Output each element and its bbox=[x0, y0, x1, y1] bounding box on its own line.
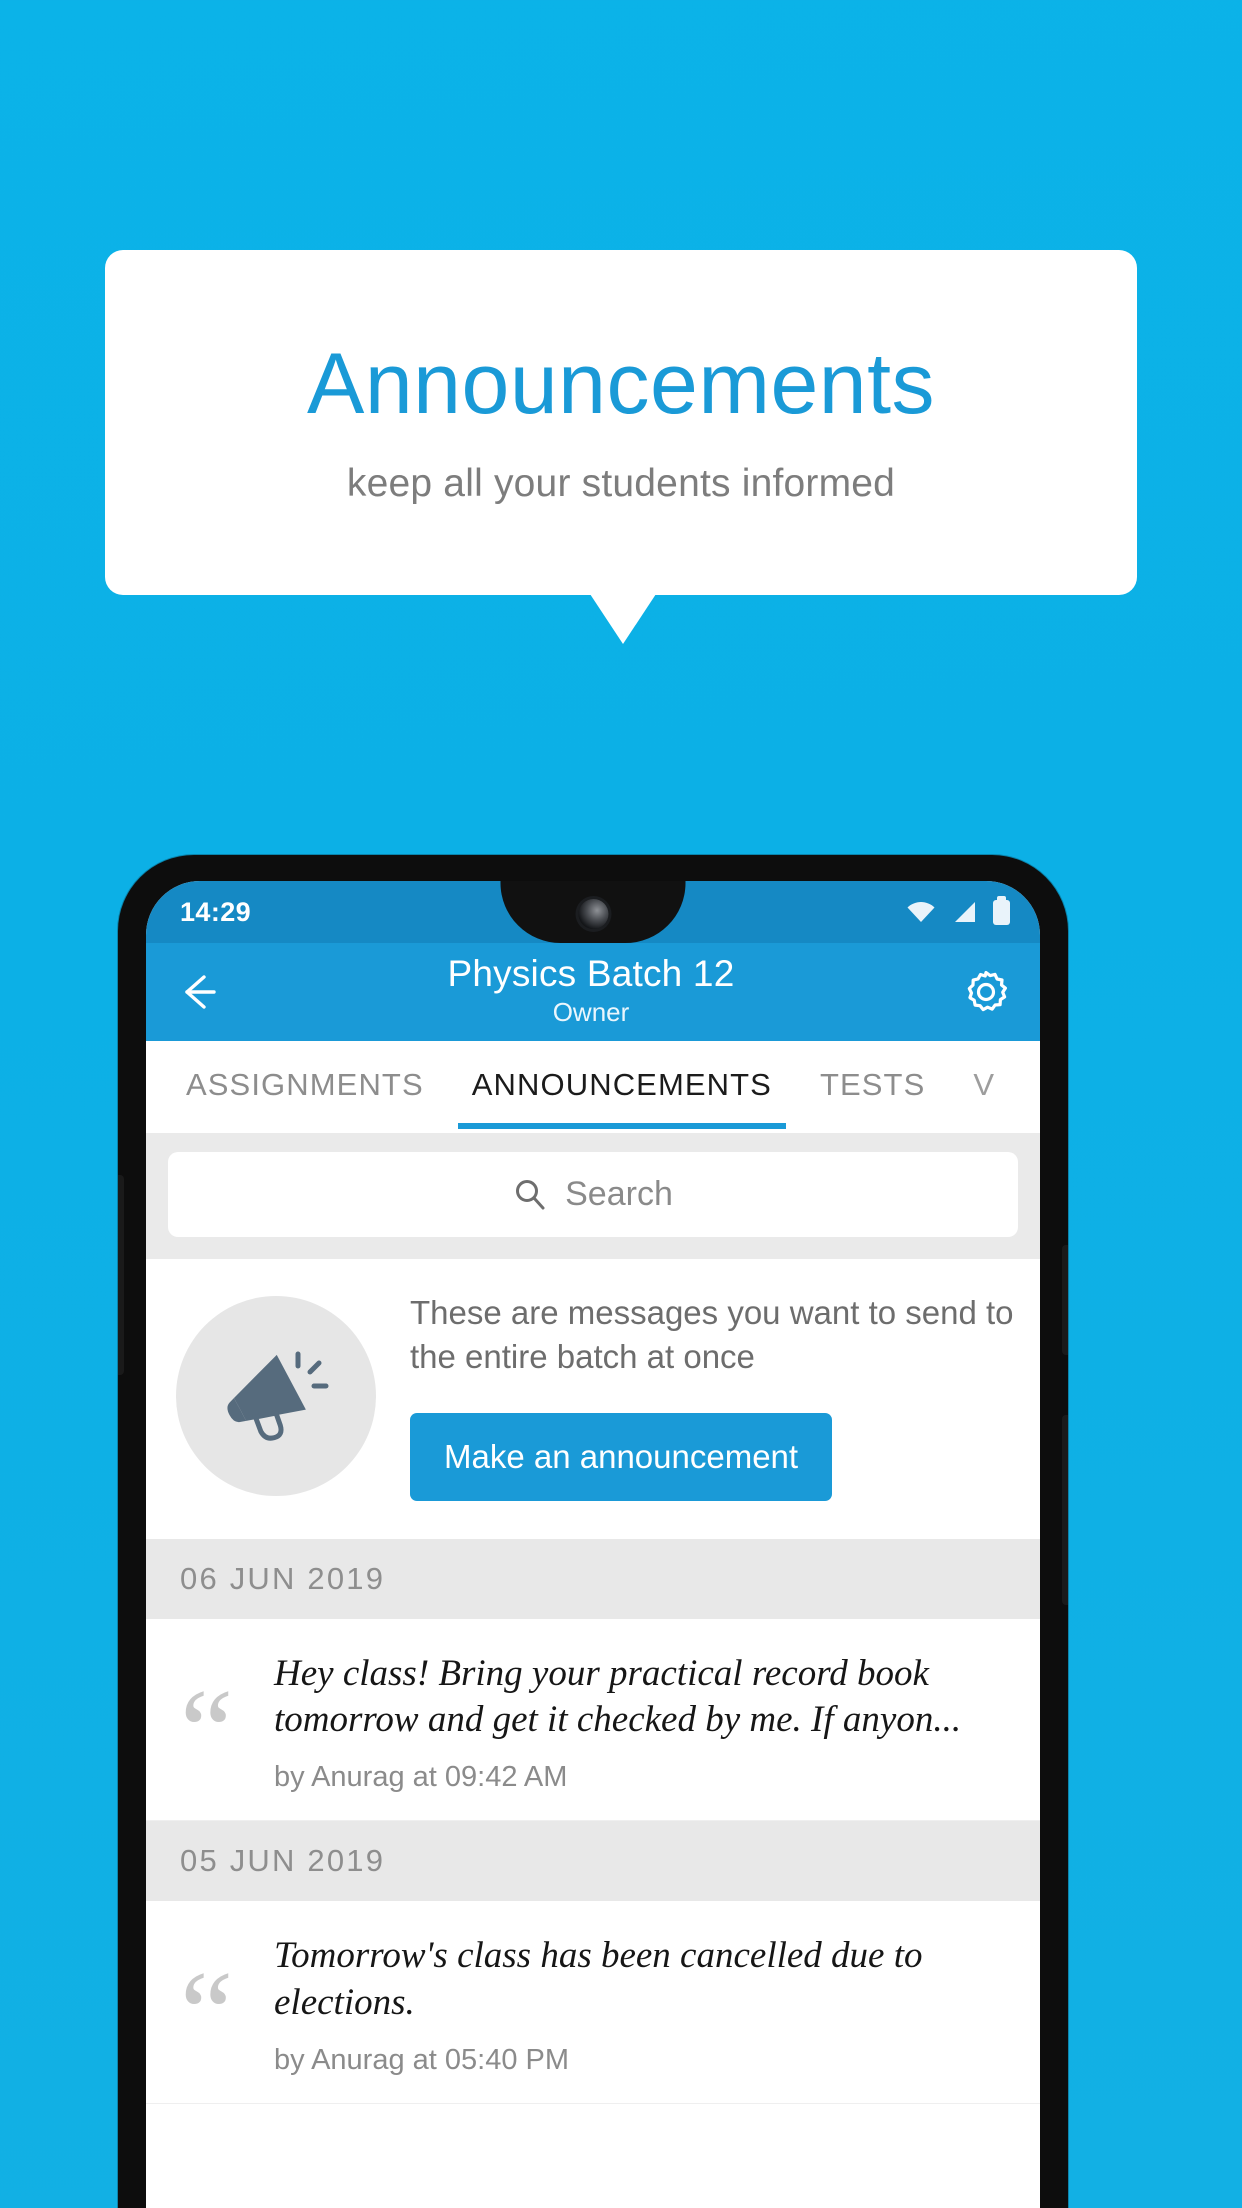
batch-title: Physics Batch 12 bbox=[447, 952, 735, 994]
megaphone-circle bbox=[176, 1295, 376, 1496]
tab-next-clipped[interactable]: V bbox=[973, 1067, 995, 1107]
phone-power-button[interactable] bbox=[1062, 1415, 1068, 1605]
announcement-row[interactable]: “ Hey class! Bring your practical record… bbox=[146, 1618, 1040, 1822]
battery-icon bbox=[993, 895, 1010, 925]
gear-icon[interactable] bbox=[962, 968, 1010, 1016]
empty-state-card: These are messages you want to send to t… bbox=[146, 1259, 1040, 1539]
announcement-body: Tomorrow's class has been cancelled due … bbox=[274, 1927, 1010, 2077]
make-announcement-button[interactable]: Make an announcement bbox=[410, 1412, 833, 1501]
search-placeholder: Search bbox=[565, 1175, 673, 1213]
date-header: 06 JUN 2019 bbox=[146, 1538, 1040, 1619]
announcement-body: Hey class! Bring your practical record b… bbox=[274, 1645, 1010, 1795]
phone-volume-button[interactable] bbox=[1062, 1245, 1068, 1355]
status-bar-icons bbox=[907, 895, 1010, 925]
tooltip-arrow bbox=[590, 594, 656, 644]
tab-assignments[interactable]: ASSIGNMENTS bbox=[186, 1067, 424, 1107]
app-bar-titles: Physics Batch 12 Owner bbox=[220, 952, 962, 1029]
announcement-text: Tomorrow's class has been cancelled due … bbox=[274, 1935, 923, 2023]
search-icon bbox=[516, 1179, 545, 1209]
promo-tooltip-card: Announcements keep all your students inf… bbox=[105, 250, 1137, 595]
page-title: Announcements bbox=[306, 336, 936, 433]
quote-icon: “ bbox=[180, 1663, 234, 1797]
search-input[interactable]: Search bbox=[168, 1152, 1018, 1237]
tab-bar: ASSIGNMENTS ANNOUNCEMENTS TESTS V bbox=[146, 1041, 1040, 1133]
phone-left-button[interactable] bbox=[118, 1175, 124, 1375]
empty-state-body: These are messages you want to send to t… bbox=[410, 1291, 1014, 1501]
quote-icon: “ bbox=[180, 1946, 234, 2080]
front-camera bbox=[578, 899, 608, 929]
announcement-row[interactable]: “ Tomorrow's class has been cancelled du… bbox=[146, 1901, 1040, 2104]
tab-announcements[interactable]: ANNOUNCEMENTS bbox=[457, 1067, 787, 1129]
status-bar-clock: 14:29 bbox=[180, 896, 252, 927]
tab-tests[interactable]: TESTS bbox=[820, 1067, 925, 1107]
batch-role: Owner bbox=[552, 997, 630, 1028]
status-bar: 14:29 bbox=[146, 881, 1040, 943]
app-bar: Physics Batch 12 Owner bbox=[146, 943, 1040, 1041]
announcement-text: Hey class! Bring your practical record b… bbox=[274, 1652, 962, 1740]
search-bar-container: Search bbox=[146, 1133, 1040, 1259]
back-arrow-icon[interactable] bbox=[176, 970, 220, 1014]
announcement-meta: by Anurag at 05:40 PM bbox=[274, 2043, 570, 2076]
page-subtitle: keep all your students informed bbox=[346, 461, 896, 505]
date-header: 05 JUN 2019 bbox=[146, 1821, 1040, 1902]
announcement-meta: by Anurag at 09:42 AM bbox=[274, 1761, 568, 1794]
empty-state-text: These are messages you want to send to t… bbox=[410, 1294, 1014, 1375]
signal-icon bbox=[955, 902, 975, 922]
phone-screen: 14:29 Physics Batch 12 Owner ASSIGNMENTS… bbox=[146, 881, 1040, 2208]
phone-mockup: 14:29 Physics Batch 12 Owner ASSIGNMENTS… bbox=[118, 855, 1068, 2208]
wifi-icon bbox=[907, 902, 935, 922]
megaphone-icon bbox=[227, 1351, 329, 1441]
phone-notch bbox=[500, 881, 686, 943]
